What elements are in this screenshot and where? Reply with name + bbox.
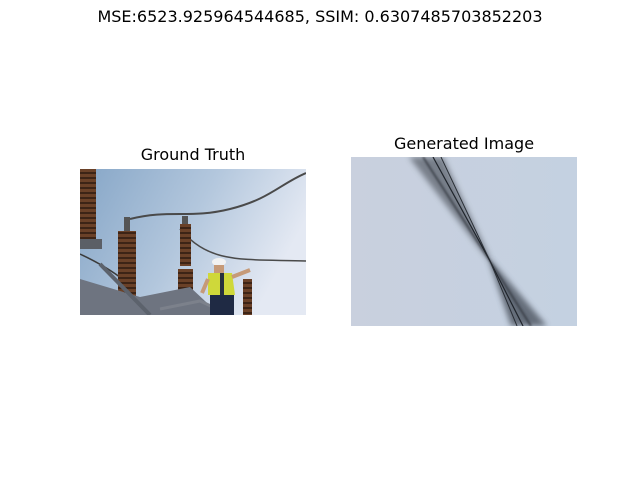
generated-image (351, 157, 577, 326)
ground-truth-title: Ground Truth (140, 145, 246, 164)
generated-image-title: Generated Image (393, 134, 535, 153)
figure-suptitle: MSE:6523.925964544685, SSIM: 0.630748570… (97, 7, 543, 26)
ground-truth-image (80, 169, 306, 315)
